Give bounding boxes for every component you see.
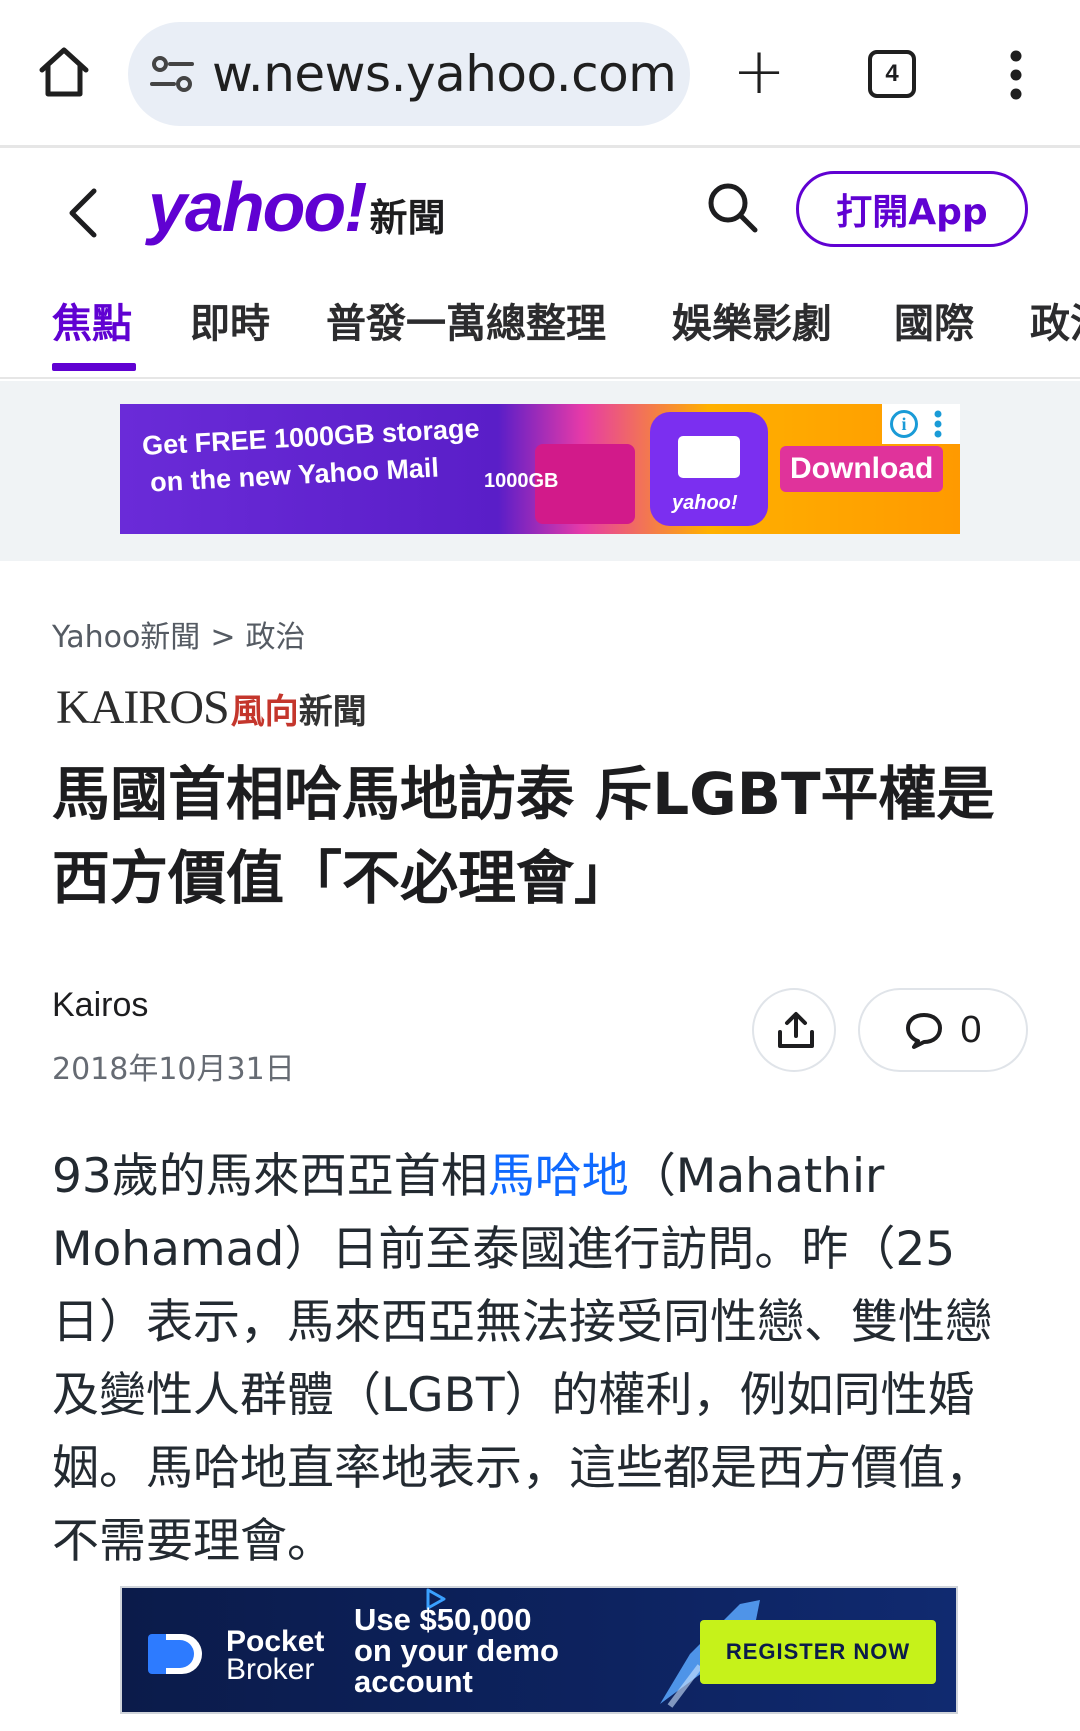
article-author: Kairos	[52, 986, 149, 1024]
publisher-name-zh: 新聞	[298, 692, 367, 732]
ad-offer-line-2: on your demo	[354, 1633, 559, 1668]
url-text: w.news.yahoo.com	[212, 45, 677, 103]
search-icon[interactable]	[704, 179, 760, 235]
yahoo-mail-ad[interactable]: Get FREE 1000GB storage on the new Yahoo…	[120, 404, 960, 534]
pocket-broker-logo-icon	[148, 1634, 202, 1674]
breadcrumb-root[interactable]: Yahoo新聞	[52, 620, 200, 655]
site-settings-icon[interactable]	[150, 54, 194, 94]
envelope-icon	[678, 436, 740, 478]
comment-count: 0	[960, 1008, 982, 1051]
info-icon[interactable]: i	[890, 410, 918, 438]
breadcrumb-separator: >	[210, 620, 236, 655]
site-header: yahoo! 新聞 打開App	[0, 151, 1080, 271]
nav-tab-entertainment[interactable]: 娛樂影劇	[672, 291, 832, 349]
register-now-button[interactable]: REGISTER NOW	[700, 1620, 936, 1684]
address-bar[interactable]: w.news.yahoo.com	[128, 22, 690, 126]
body-text-rest: （Mahathir Mohamad）日前至泰國進行訪問。昨（25日）表示，馬來西…	[52, 1149, 992, 1569]
breadcrumb-section[interactable]: 政治	[245, 620, 305, 655]
nav-tab-latest[interactable]: 即時	[190, 291, 270, 349]
article-headline: 馬國首相哈馬地訪泰 斥LGBT平權是西方價值「不必理會」	[52, 760, 995, 912]
more-menu-icon[interactable]	[1006, 50, 1026, 100]
ad-offer-text: Use $50,000 on your demo account	[354, 1604, 559, 1697]
ad-choices[interactable]: i	[882, 404, 960, 444]
tab-switcher-button[interactable]: 4	[868, 50, 916, 98]
ad-offer-line-3: account	[354, 1664, 473, 1699]
nav-tab-world[interactable]: 國際	[894, 291, 974, 349]
comment-bubble-icon	[906, 1013, 943, 1049]
publisher-logo[interactable]: KAIROS 風向 新聞	[56, 680, 367, 736]
share-icon	[778, 1012, 814, 1048]
ad-slot-top: Get FREE 1000GB storage on the new Yahoo…	[0, 381, 1080, 561]
nav-tab-politics[interactable]: 政治	[1030, 291, 1080, 349]
breadcrumb: Yahoo新聞 > 政治	[52, 612, 305, 656]
mahathir-link[interactable]: 馬哈地	[488, 1149, 629, 1204]
comments-button[interactable]: 0	[858, 988, 1028, 1072]
pocket-broker-ad[interactable]: Pocket Broker Use $50,000 on your demo a…	[120, 1586, 958, 1714]
new-tab-icon[interactable]: +	[732, 40, 786, 108]
ad-brand-line-2: Broker	[226, 1653, 315, 1686]
browser-toolbar: w.news.yahoo.com + 4	[0, 0, 1080, 148]
ad-download-button[interactable]: Download	[780, 446, 944, 492]
body-text-lead: 93歲的馬來西亞首相	[52, 1149, 488, 1204]
article-body: 93歲的馬來西亞首相馬哈地（Mahathir Mohamad）日前至泰國進行訪問…	[52, 1140, 1012, 1578]
ad-brand-line-1: Pocket	[226, 1625, 325, 1658]
publisher-name-accent: 風向	[230, 692, 299, 732]
active-tab-indicator	[52, 363, 136, 371]
ad-storage-label: 1000GB	[484, 470, 559, 492]
ad-headline-2: on the new Yahoo Mail	[149, 452, 440, 498]
article-date: 2018年10月31日	[52, 1052, 295, 1087]
open-app-button[interactable]: 打開App	[796, 171, 1028, 247]
yahoo-news-logo[interactable]: yahoo! 新聞	[148, 167, 445, 247]
home-icon[interactable]	[36, 44, 92, 100]
nav-tab-focus[interactable]: 焦點	[52, 291, 132, 349]
ad-brand-name: Pocket Broker	[226, 1625, 325, 1686]
ad-offer-line-1: Use $50,000	[354, 1602, 532, 1637]
publisher-name-latin: KAIROS	[56, 681, 230, 734]
share-button[interactable]	[752, 988, 836, 1072]
ad-menu-icon[interactable]	[934, 410, 942, 438]
nav-tab-stimulus[interactable]: 普發一萬總整理	[326, 291, 606, 349]
ad-brand: yahoo!	[672, 492, 738, 514]
logo-wordmark: yahoo!	[148, 168, 367, 246]
category-nav: 焦點 即時 普發一萬總整理 娛樂影劇 國際 政治	[0, 271, 1080, 379]
logo-subtitle: 新聞	[369, 196, 446, 240]
yahoo-mail-icon: yahoo!	[650, 412, 768, 526]
back-arrow-icon[interactable]	[64, 185, 104, 241]
